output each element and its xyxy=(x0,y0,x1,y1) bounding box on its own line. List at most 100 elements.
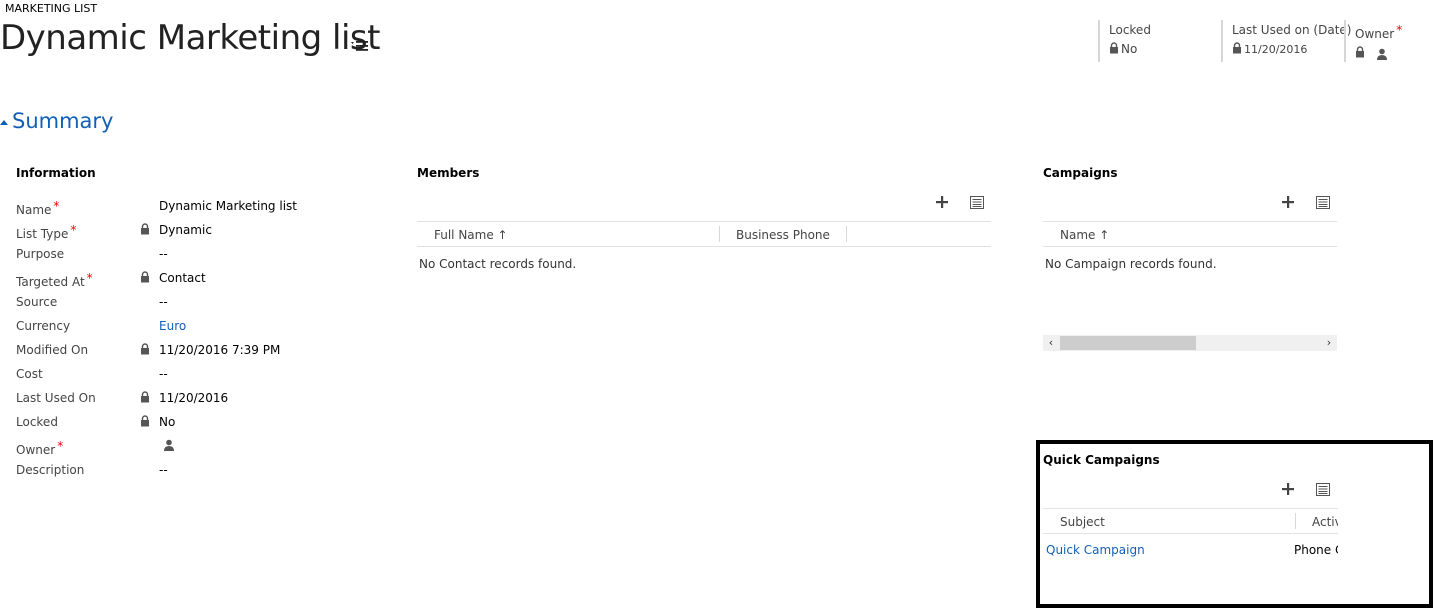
field-label: Currency xyxy=(16,319,70,333)
header-field-last-used-on: Last Used on (Date) 11/20/2016 xyxy=(1221,20,1352,62)
field-value: Contact xyxy=(159,271,206,285)
record-title: Dynamic Marketing list xyxy=(0,18,380,58)
field-label: Locked xyxy=(16,415,58,429)
section-title: Summary xyxy=(12,109,114,133)
field-label-text: Targeted At xyxy=(16,275,85,289)
quick-campaign-subject-link[interactable]: Quick Campaign xyxy=(1046,543,1145,557)
field-value: 11/20/2016 xyxy=(159,391,229,405)
required-asterisk: * xyxy=(53,199,60,213)
lock-icon xyxy=(140,343,150,358)
field-row: Targeted At * Contact xyxy=(16,271,376,291)
field-value: -- xyxy=(159,247,168,261)
column-divider[interactable] xyxy=(1295,513,1296,529)
field-row: Name * Dynamic Marketing list xyxy=(16,199,376,219)
information-heading: Information xyxy=(16,166,96,180)
section-toggle-summary[interactable]: Summary xyxy=(0,109,113,133)
field-value: 11/20/2016 7:39 PM xyxy=(159,343,281,357)
header-field-label: Owner xyxy=(1355,27,1395,41)
field-label-text: Source xyxy=(16,295,58,309)
user-icon[interactable] xyxy=(1376,48,1388,60)
field-label-text: Purpose xyxy=(16,247,65,261)
field-row: List Type * Dynamic xyxy=(16,223,376,243)
quick-campaign-activity-cell: Phone C xyxy=(1294,543,1338,557)
campaigns-grid-header: Name ↑ xyxy=(1043,221,1337,247)
required-asterisk: * xyxy=(1396,23,1403,37)
field-label: Owner * xyxy=(16,439,63,457)
field-value: Dynamic xyxy=(159,223,212,237)
field-label: Targeted At * xyxy=(16,271,93,289)
required-asterisk: * xyxy=(70,223,77,237)
lock-icon xyxy=(1356,46,1364,58)
quick-campaigns-grid: Subject Activi Quick Campaign Phone C xyxy=(1043,508,1338,568)
field-value: -- xyxy=(159,463,168,477)
field-label-text: List Type xyxy=(16,227,69,241)
field-value: -- xyxy=(159,367,168,381)
field-label: Modified On xyxy=(16,343,88,357)
field-row: Source -- xyxy=(16,295,376,315)
lock-icon xyxy=(140,391,150,406)
column-header-full-name[interactable]: Full Name ↑ xyxy=(434,228,508,242)
field-row: Locked No xyxy=(16,415,376,435)
required-asterisk: * xyxy=(57,439,64,453)
field-label-text: Description xyxy=(16,463,85,477)
campaigns-horizontal-scrollbar[interactable]: ‹ › xyxy=(1043,335,1337,351)
required-asterisk: * xyxy=(86,271,93,285)
field-label-text: Modified On xyxy=(16,343,89,357)
lock-icon xyxy=(1233,42,1241,54)
column-header-business-phone[interactable]: Business Phone xyxy=(736,228,830,242)
field-row: Description -- xyxy=(16,463,376,483)
column-header-name[interactable]: Name ↑ xyxy=(1060,228,1109,242)
field-value[interactable]: Euro xyxy=(159,319,186,333)
header-field-value: 11/20/2016 xyxy=(1244,43,1308,56)
campaigns-heading: Campaigns xyxy=(1043,166,1118,180)
field-label: Source xyxy=(16,295,57,309)
scrollbar-thumb[interactable] xyxy=(1060,336,1196,350)
field-value: No xyxy=(159,415,176,429)
quick-campaigns-grid-header: Subject Activi xyxy=(1043,508,1338,534)
header-field-value: No xyxy=(1121,42,1138,56)
field-label-text: Locked xyxy=(16,415,58,429)
header-field-owner: Owner * xyxy=(1344,20,1424,62)
lock-icon xyxy=(140,271,150,286)
header-field-label: Last Used on (Date) xyxy=(1232,23,1352,37)
campaigns-empty-message: No Campaign records found. xyxy=(1045,257,1217,271)
column-divider[interactable] xyxy=(719,226,720,242)
field-row: Currency Euro xyxy=(16,319,376,339)
lock-icon xyxy=(140,223,150,238)
add-quick-campaign-plus-icon[interactable] xyxy=(1280,481,1296,497)
members-view-records-icon[interactable] xyxy=(969,195,985,211)
field-row: Modified On 11/20/2016 7:39 PM xyxy=(16,343,376,363)
field-row: Cost -- xyxy=(16,367,376,387)
field-label: Purpose xyxy=(16,247,64,261)
add-member-plus-icon[interactable] xyxy=(934,194,950,210)
column-divider[interactable] xyxy=(846,226,847,242)
field-label: Cost xyxy=(16,367,43,381)
field-label: Description xyxy=(16,463,84,477)
field-label-text: Currency xyxy=(16,319,71,333)
lock-icon xyxy=(1110,42,1118,54)
add-campaign-plus-icon[interactable] xyxy=(1280,194,1296,210)
user-icon[interactable] xyxy=(163,439,175,454)
header-field-label: Locked xyxy=(1109,23,1151,37)
members-heading: Members xyxy=(417,166,480,180)
field-label-text: Cost xyxy=(16,367,43,381)
entity-type-label: MARKETING LIST xyxy=(5,2,98,15)
quick-campaigns-view-records-icon[interactable] xyxy=(1315,482,1331,498)
field-label: Last Used On xyxy=(16,391,96,405)
field-row: Purpose -- xyxy=(16,247,376,267)
field-value: -- xyxy=(159,295,168,309)
campaigns-view-records-icon[interactable] xyxy=(1315,195,1331,211)
column-header-activity[interactable]: Activi xyxy=(1312,515,1338,529)
lock-icon xyxy=(140,415,150,430)
column-header-subject[interactable]: Subject xyxy=(1060,515,1105,529)
collapse-triangle-icon xyxy=(0,120,8,125)
field-value: Dynamic Marketing list xyxy=(159,199,297,213)
field-label-text: Owner xyxy=(16,443,56,457)
field-row: Last Used On 11/20/2016 xyxy=(16,391,376,411)
quick-campaigns-heading: Quick Campaigns xyxy=(1043,453,1160,467)
record-selector-menu-icon[interactable] xyxy=(350,36,370,54)
field-label: List Type * xyxy=(16,223,76,241)
field-label: Name * xyxy=(16,199,59,217)
scroll-right-arrow-icon[interactable]: › xyxy=(1321,335,1337,351)
scroll-left-arrow-icon[interactable]: ‹ xyxy=(1043,335,1059,351)
